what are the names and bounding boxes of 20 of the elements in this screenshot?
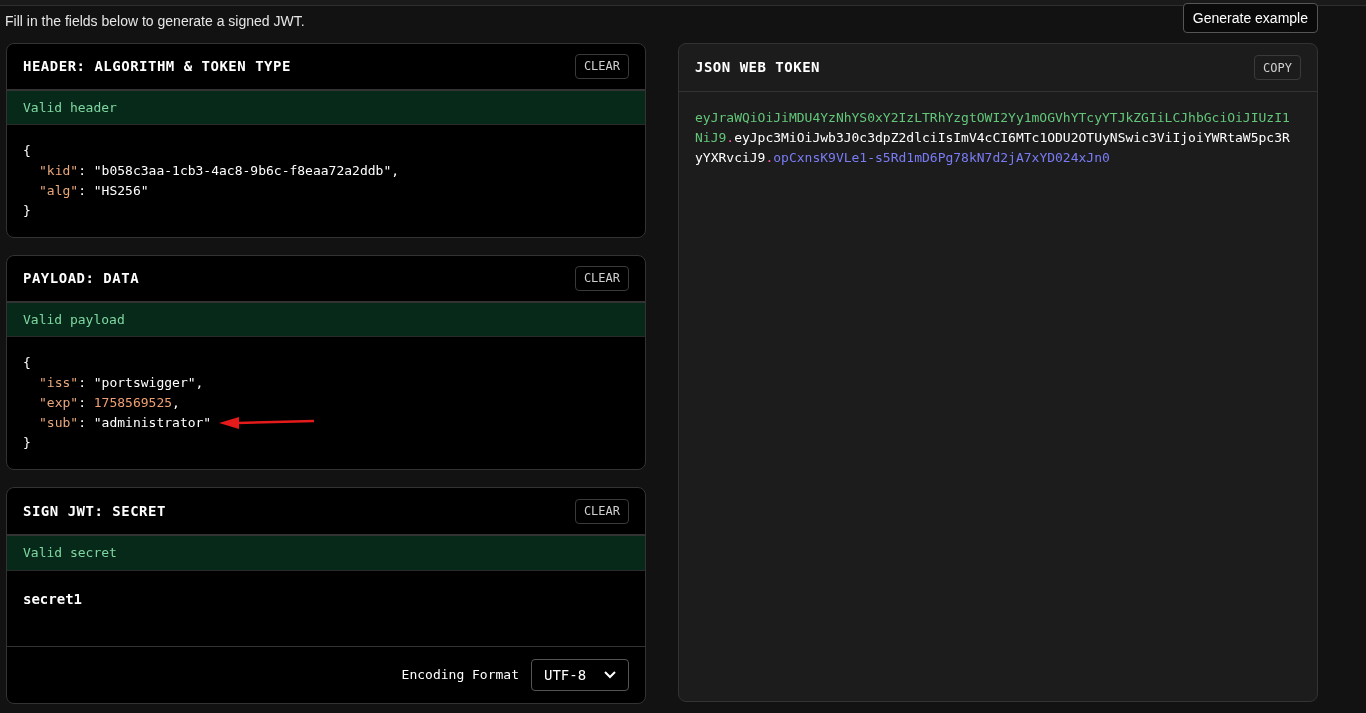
clear-button[interactable]: CLEAR (574, 498, 629, 524)
status-bar: Valid header (7, 90, 645, 125)
chevron-down-icon (604, 671, 616, 679)
panel-title: HEADER: ALGORITHM & TOKEN TYPE (23, 56, 291, 76)
panel-title: JSON WEB TOKEN (695, 58, 820, 77)
encoding-dropdown[interactable]: UTF-8 (531, 659, 629, 691)
clear-button[interactable]: CLEAR (574, 265, 629, 291)
code-editor[interactable]: { "kid": "b058c3aa-1cb3-4ac8-9b6c-f8eaa72a2ddb", "alg": "HS256" } (7, 125, 645, 237)
intro-text: Fill in the fields below to generate a signed JWT. (5, 12, 305, 31)
generate-example-button[interactable]: Generate example (1182, 3, 1318, 33)
panel-title: SIGN JWT: SECRET (23, 501, 166, 521)
panel-title: PAYLOAD: DATA (23, 268, 140, 288)
clear-button[interactable]: CLEAR (574, 53, 629, 79)
status-bar: Valid secret (7, 536, 645, 571)
jwt-token-text: eyJraWQiOiJiMDU4YzNhYS0xY2IzLTRhYzgtOWI2Yy1mOGVhYTcyYTJkZGIiLCJhbGciOiJIUzI1NiJ9.eyJpc3MiOiJwb3J0c3dpZ2dlciIsImV4cCI6MTc1ODU2OTUyNSwic3ViIjoiYWRtaW5pc3RyYXRvciJ9.opCxnsK9VLe1-s5Rd1mD6Pg78kN7d2jA7xYD024xJn0 (694, 109, 1291, 167)
secret-field[interactable]: secret1 (23, 591, 82, 607)
encoding-label: Encoding Format (401, 666, 519, 685)
copy-button[interactable]: COPY (1254, 55, 1301, 80)
status-bar: Valid payload (7, 302, 645, 337)
code-editor[interactable]: { "iss": "portswigger", "exp": 1758569525, "sub": "administrator" } (7, 337, 645, 469)
